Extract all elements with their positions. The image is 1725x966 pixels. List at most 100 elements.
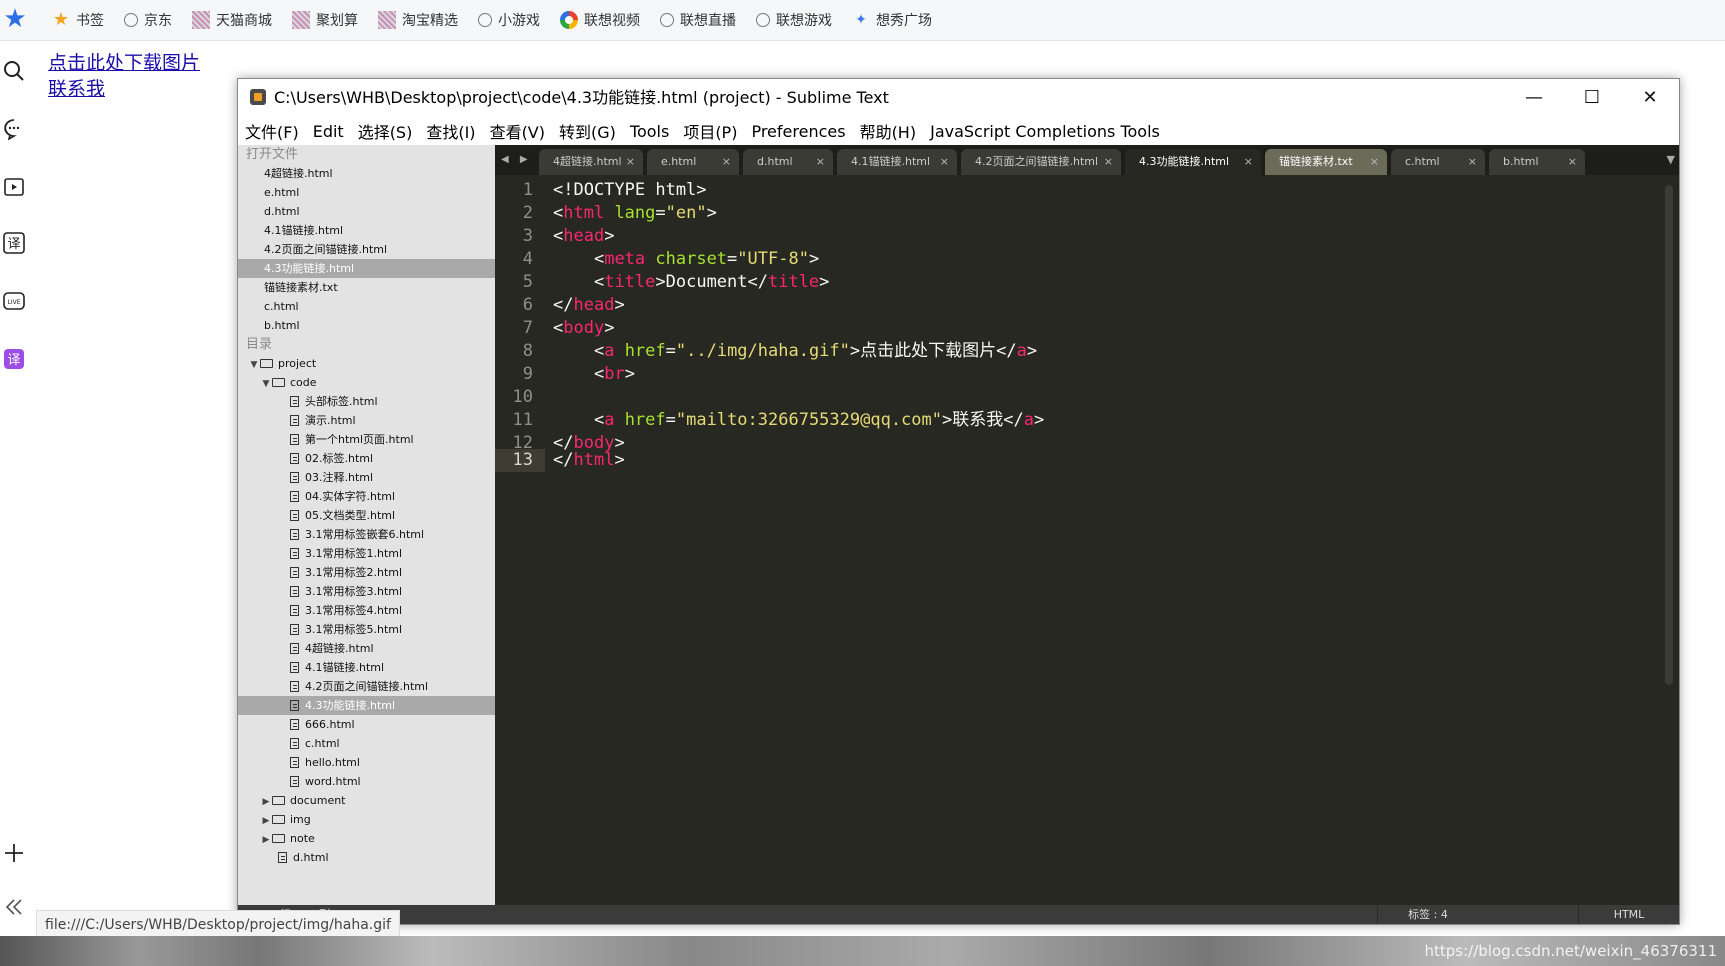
file-item[interactable]: 演示.html: [238, 411, 495, 430]
menu-goto[interactable]: 转到(G): [552, 119, 623, 143]
open-file-item[interactable]: 4.2页面之间锚链接.html: [238, 240, 495, 259]
bookmark-juhuasuan[interactable]: 聚划算: [292, 0, 358, 40]
bookmark-lenovo-games[interactable]: 联想游戏: [756, 0, 832, 40]
open-file-item[interactable]: e.html: [238, 183, 495, 202]
menu-help[interactable]: 帮助(H): [853, 119, 924, 143]
tab-item[interactable]: b.html ×: [1489, 149, 1585, 175]
file-item[interactable]: 666.html: [238, 715, 495, 734]
menu-file[interactable]: 文件(F): [238, 119, 306, 143]
favorites-star-icon[interactable]: ★: [2, 6, 28, 32]
title-bar[interactable]: C:\Users\WHB\Desktop\project\code\4.3功能链…: [238, 79, 1679, 117]
menu-project[interactable]: 项目(P): [676, 119, 744, 143]
open-file-item[interactable]: 锚链接素材.txt: [238, 278, 495, 297]
file-icon: [290, 643, 299, 654]
file-item[interactable]: 3.1常用标签1.html: [238, 544, 495, 563]
open-file-item[interactable]: 4超链接.html: [238, 164, 495, 183]
file-item[interactable]: 4.2页面之间锚链接.html: [238, 677, 495, 696]
file-item[interactable]: 3.1常用标签4.html: [238, 601, 495, 620]
file-item[interactable]: 03.注释.html: [238, 468, 495, 487]
video-icon[interactable]: [2, 176, 26, 200]
file-item[interactable]: 4.1锚链接.html: [238, 658, 495, 677]
tab-close-icon[interactable]: ×: [940, 149, 949, 175]
file-item[interactable]: 04.实体字符.html: [238, 487, 495, 506]
translate-icon[interactable]: 译: [2, 232, 26, 256]
menu-find[interactable]: 查找(I): [419, 119, 482, 143]
tab-dropdown-icon[interactable]: ▼: [1667, 145, 1675, 175]
tab-item[interactable]: 锚链接素材.txt ×: [1265, 149, 1387, 175]
file-item[interactable]: hello.html: [238, 753, 495, 772]
add-icon[interactable]: [2, 842, 26, 866]
file-item[interactable]: word.html: [238, 772, 495, 791]
minimize-button[interactable]: —: [1505, 79, 1563, 117]
folder-img[interactable]: ▶ img: [238, 810, 495, 829]
bookmark-lenovo-live[interactable]: 联想直播: [660, 0, 736, 40]
file-item[interactable]: 4超链接.html: [238, 639, 495, 658]
folder-project[interactable]: ▼ project: [238, 354, 495, 373]
file-item[interactable]: 第一个html页面.html: [238, 430, 495, 449]
translate-purple-icon[interactable]: 译: [2, 348, 26, 372]
tab-close-icon[interactable]: ×: [1370, 149, 1379, 175]
code-punct: =: [665, 410, 676, 430]
open-file-item[interactable]: d.html: [238, 202, 495, 221]
vertical-scrollbar[interactable]: [1665, 185, 1673, 685]
live-icon[interactable]: LIVE: [2, 290, 26, 314]
tab-close-icon[interactable]: ×: [722, 149, 731, 175]
tab-item[interactable]: 4.1锚链接.html ×: [837, 149, 957, 175]
bookmark-jd[interactable]: 京东: [124, 0, 172, 40]
tab-item-active[interactable]: 4.3功能链接.html ×: [1125, 149, 1261, 175]
search-icon[interactable]: [2, 60, 26, 84]
collapse-icon[interactable]: [2, 896, 26, 920]
tab-item[interactable]: 4.2页面之间锚链接.html ×: [961, 149, 1121, 175]
menu-view[interactable]: 查看(V): [483, 119, 552, 143]
folder-note[interactable]: ▶ note: [238, 829, 495, 848]
download-image-link[interactable]: 点击此处下载图片: [48, 50, 200, 76]
folder-code[interactable]: ▼ code: [238, 373, 495, 392]
file-item[interactable]: 02.标签.html: [238, 449, 495, 468]
tab-close-icon[interactable]: ×: [1568, 149, 1577, 175]
tab-close-icon[interactable]: ×: [1104, 149, 1113, 175]
status-tab-size[interactable]: 标签 : 4: [1377, 905, 1478, 924]
close-button[interactable]: ✕: [1621, 79, 1679, 117]
file-icon: [290, 453, 299, 464]
menu-preferences[interactable]: Preferences: [744, 122, 852, 141]
file-item[interactable]: 05.文档类型.html: [238, 506, 495, 525]
bookmark-taobao[interactable]: 淘宝精选: [378, 0, 458, 40]
tab-item[interactable]: c.html ×: [1391, 149, 1485, 175]
bookmark-shuqian[interactable]: ★ 书签: [52, 0, 104, 40]
open-file-item[interactable]: b.html: [238, 316, 495, 335]
file-item[interactable]: d.html: [238, 848, 495, 867]
tab-close-icon[interactable]: ×: [1468, 149, 1477, 175]
menu-select[interactable]: 选择(S): [351, 119, 420, 143]
file-item[interactable]: 3.1常用标签3.html: [238, 582, 495, 601]
open-file-item[interactable]: c.html: [238, 297, 495, 316]
menu-tools[interactable]: Tools: [623, 122, 676, 141]
bookmark-tmall[interactable]: 天猫商城: [192, 0, 272, 40]
maximize-button[interactable]: ☐: [1563, 79, 1621, 117]
bookmark-lenovo-video[interactable]: 联想视频: [560, 0, 640, 40]
tab-item[interactable]: 4超链接.html ×: [539, 149, 643, 175]
code-editor[interactable]: 1 2 3 4 5 6 7 8 9 10 11 12 13 <!DOCTYPE …: [495, 175, 1679, 905]
bookmark-games[interactable]: 小游戏: [478, 0, 540, 40]
status-syntax[interactable]: HTML: [1578, 905, 1679, 924]
tab-close-icon[interactable]: ×: [1244, 149, 1253, 175]
bookmark-xiangxiu[interactable]: ✦ 想秀广场: [852, 0, 932, 40]
file-item[interactable]: c.html: [238, 734, 495, 753]
file-item[interactable]: 3.1常用标签2.html: [238, 563, 495, 582]
file-item[interactable]: 3.1常用标签5.html: [238, 620, 495, 639]
file-item-selected[interactable]: 4.3功能链接.html: [238, 696, 495, 715]
menu-js-completions[interactable]: JavaScript Completions Tools: [923, 122, 1167, 141]
open-file-item-selected[interactable]: 4.3功能链接.html: [238, 259, 495, 278]
grid-icon: [292, 11, 310, 29]
chat-icon[interactable]: [2, 118, 26, 142]
folder-document[interactable]: ▶ document: [238, 791, 495, 810]
file-item[interactable]: 3.1常用标签嵌套6.html: [238, 525, 495, 544]
file-item[interactable]: 头部标签.html: [238, 392, 495, 411]
menu-edit[interactable]: Edit: [306, 122, 351, 141]
tab-close-icon[interactable]: ×: [626, 149, 635, 175]
tab-item[interactable]: e.html ×: [647, 149, 739, 175]
contact-link[interactable]: 联系我: [48, 76, 200, 102]
tab-close-icon[interactable]: ×: [816, 149, 825, 175]
tab-item[interactable]: d.html ×: [743, 149, 833, 175]
tab-nav-arrows-icon[interactable]: ◀ ▶: [501, 145, 532, 175]
open-file-item[interactable]: 4.1锚链接.html: [238, 221, 495, 240]
